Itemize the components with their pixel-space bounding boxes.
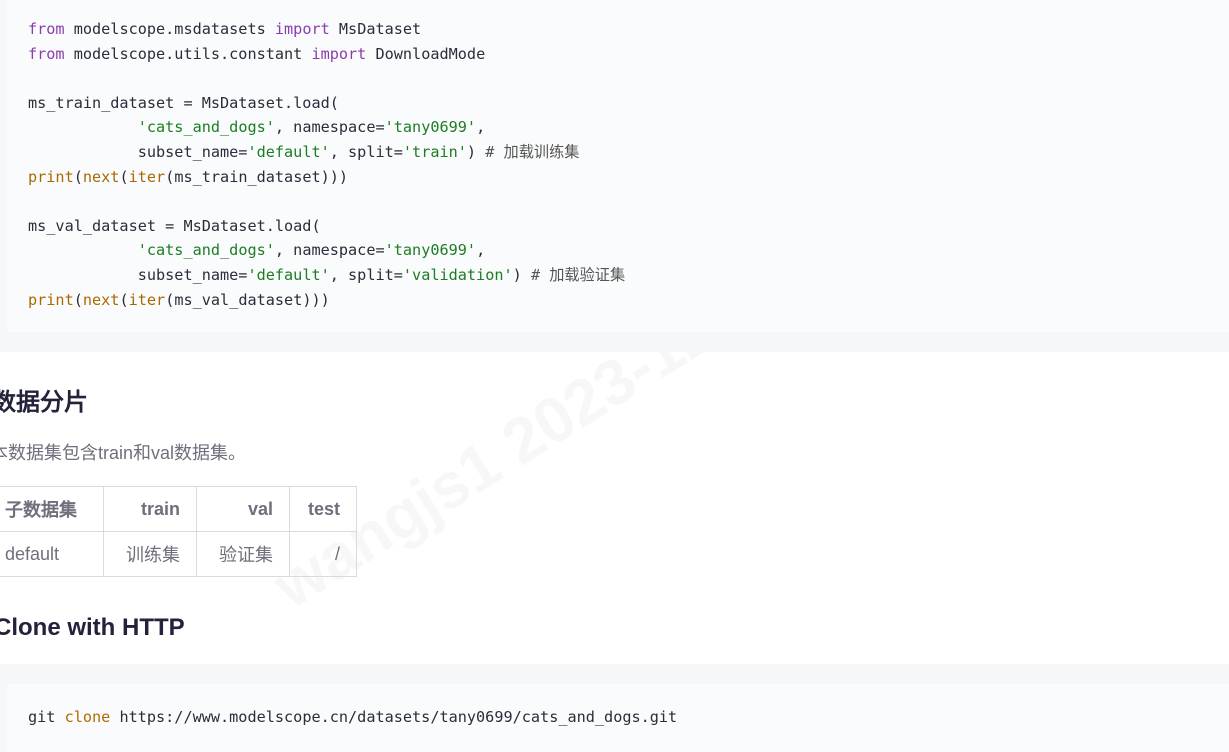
section-heading-splits: 数据分片 bbox=[0, 389, 88, 416]
table-cell-test: / bbox=[289, 531, 357, 577]
code-token: 'default' bbox=[247, 265, 330, 284]
section-heading-clone: Clone with HTTP bbox=[0, 614, 185, 641]
splits-description: 本数据集包含train和val数据集。 bbox=[0, 443, 247, 463]
code-token: next bbox=[82, 167, 120, 186]
code-token: 'validation' bbox=[402, 265, 513, 284]
table-header-test: test bbox=[289, 486, 357, 532]
code-token: iter bbox=[128, 290, 166, 309]
code-token: 'cats_and_dogs' bbox=[137, 118, 275, 137]
git-clone-command: git clone https://www.modelscope.cn/data… bbox=[28, 708, 678, 726]
table-cell-train: 训练集 bbox=[103, 531, 197, 577]
code-token: iter bbox=[128, 167, 166, 186]
code-token: from bbox=[28, 44, 65, 63]
code-token: 'cats_and_dogs' bbox=[137, 241, 275, 260]
table-header-train: train bbox=[103, 486, 197, 532]
code-token: 'tany0699' bbox=[384, 118, 477, 137]
table-cell-val: 验证集 bbox=[196, 531, 290, 577]
code-token: print bbox=[28, 290, 74, 309]
code-token: next bbox=[82, 290, 120, 309]
code-token: import bbox=[311, 44, 367, 63]
table-row: default 训练集 验证集 / bbox=[0, 531, 357, 577]
code-token: # 加载验证集 bbox=[530, 265, 626, 284]
code-token: from bbox=[28, 20, 65, 38]
code-token: 'tany0699' bbox=[384, 241, 477, 260]
table-header-subset: 子数据集 bbox=[0, 486, 104, 532]
code-token: import bbox=[274, 20, 330, 38]
code-token: 'train' bbox=[402, 142, 467, 161]
code-token: # 加载训练集 bbox=[485, 142, 580, 161]
code-token: 'default' bbox=[247, 142, 330, 161]
splits-table: 子数据集 train val test default 训练集 验证集 / bbox=[0, 486, 357, 577]
table-cell-subset: default bbox=[0, 531, 104, 577]
code-token: clone bbox=[64, 708, 111, 726]
table-header-row: 子数据集 train val test bbox=[0, 486, 357, 532]
table-header-val: val bbox=[196, 486, 290, 532]
code-token: print bbox=[28, 167, 74, 186]
python-code-block: from modelscope.msdatasets import MsData… bbox=[28, 20, 626, 309]
